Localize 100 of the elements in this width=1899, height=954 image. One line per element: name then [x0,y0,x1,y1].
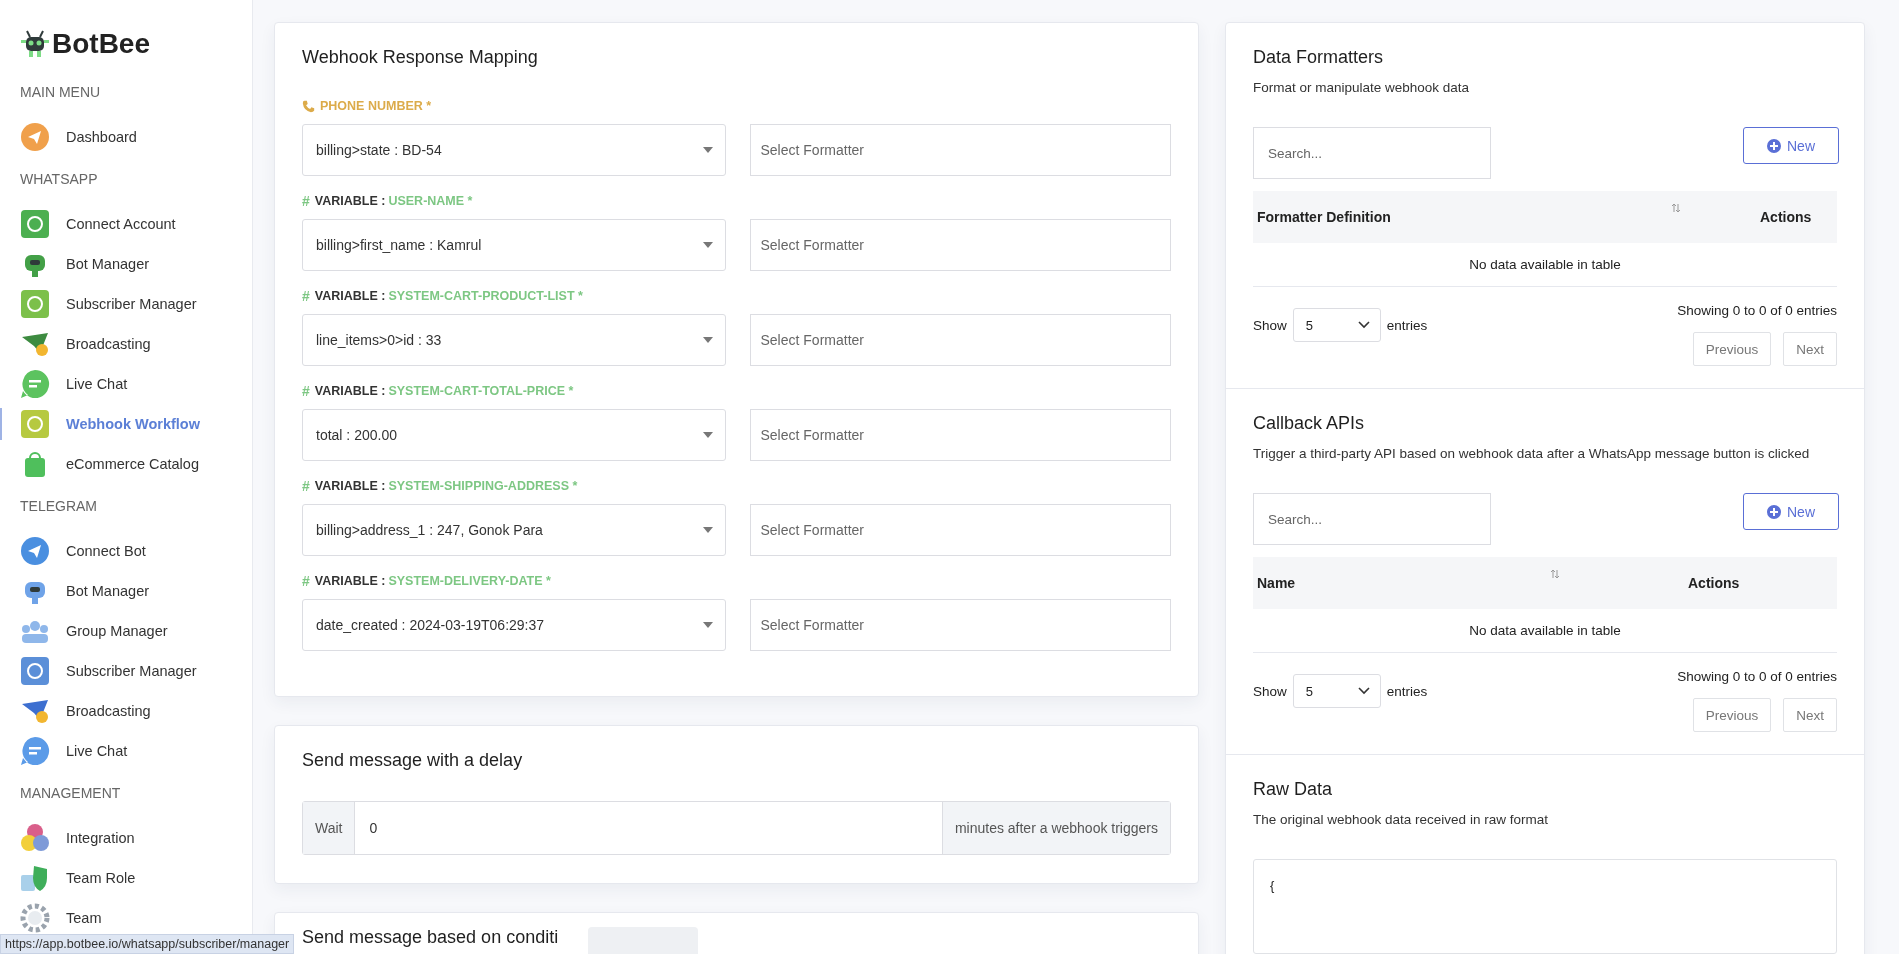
column-header[interactable]: Name [1257,575,1296,591]
menu-section-title: TELEGRAM [20,498,98,514]
caret-icon [702,527,713,533]
phone-icon [302,99,315,113]
select-field[interactable]: billing>state : BD-54 [302,124,726,176]
hash-sign: # [302,383,310,399]
card-title: Send message with a delay [302,750,524,771]
chat-bubble-icon [20,736,50,766]
card-title: Send message based on conditi [302,927,559,948]
caret-icon [702,622,713,628]
section-title: Raw Data [1253,779,1334,800]
table-info: Showing 0 to 0 of 0 entries [1677,669,1837,684]
chevron-down-icon [1357,321,1370,329]
sidebar-item[interactable]: Broadcasting [20,324,252,364]
sidebar-item[interactable]: Group Manager [20,611,252,651]
sidebar-item[interactable]: eCommerce Catalog [20,444,252,484]
empty-table-message: No data available in table [1253,609,1837,653]
select-field[interactable]: billing>address_1 : 247, Gonok Para [302,504,726,556]
paper-plane-icon [20,536,50,566]
menu-section-title: WHATSAPP [20,171,99,187]
search-field[interactable]: Search... [1253,127,1491,179]
section-title: Callback APIs [1253,413,1366,434]
shield-badge-icon [20,863,50,893]
sidebar-item[interactable]: Connect Account [20,204,252,244]
sidebar-item[interactable]: Bot Manager [20,571,252,611]
section-subtitle: The original webhook data received in raw format [1253,812,1549,827]
previous-button[interactable]: Previous [1692,332,1772,366]
variable-tag: VARIABLE : [314,479,386,493]
chat-bubble-icon [20,369,50,399]
select-field[interactable]: line_items>0>id : 33 [302,314,726,366]
sidebar-item[interactable]: Dashboard [20,117,252,157]
sidebar-item[interactable]: Connect Bot [20,531,252,571]
formatter-field[interactable]: Select Formatter [749,314,1171,366]
plus-circle-icon [1767,504,1781,519]
show-label: Show [1253,317,1287,333]
new-button[interactable]: New [1743,127,1839,164]
page-size-select[interactable]: 5 [1292,308,1381,342]
menu-section-title: MANAGEMENT [20,785,122,801]
caret-icon [702,242,713,248]
menu-section-title: MAIN MENU [20,84,102,100]
variable-name: SYSTEM-DELIVERY-DATE * [388,574,551,588]
variable-name: SYSTEM-SHIPPING-ADDRESS * [388,479,578,493]
variable-tag: VARIABLE : [314,194,386,208]
hash-sign: # [302,288,310,304]
gear-icon [20,903,50,933]
column-header: Actions [1688,575,1740,591]
sidebar-item[interactable]: Broadcasting [20,691,252,731]
section-title: Data Formatters [1253,47,1385,68]
formatter-field[interactable]: Select Formatter [749,409,1171,461]
page-size-select[interactable]: 5 [1292,674,1381,708]
next-button[interactable]: Next [1783,332,1837,366]
show-label: Show [1253,683,1287,699]
formatter-field[interactable]: Select Formatter [749,599,1171,651]
entries-label: entries [1386,317,1428,333]
sidebar-item[interactable]: Bot Manager [20,244,252,284]
new-button[interactable]: New [1743,493,1839,530]
formatter-field[interactable]: Select Formatter [749,504,1171,556]
caret-icon [702,432,713,438]
caret-icon [702,337,713,343]
variable-tag: VARIABLE : [314,289,386,303]
caret-icon [702,147,713,153]
robot-logo-icon [20,29,50,59]
select-field[interactable]: billing>first_name : Kamrul [302,219,726,271]
plus-circle-icon [1767,138,1781,153]
circles-icon [20,823,50,853]
brand-name: BotBee [52,28,150,60]
variable-name: SYSTEM-CART-TOTAL-PRICE * [388,384,574,398]
formatter-field[interactable]: Select Formatter [749,124,1171,176]
hash-sign: # [302,193,310,209]
delay-field[interactable]: Wait 0 minutes after a webhook triggers [302,801,1171,855]
sidebar-item[interactable]: Integration [20,818,252,858]
formatter-field[interactable]: Select Formatter [749,219,1171,271]
variable-name: USER-NAME * [388,194,473,208]
entries-label: entries [1386,683,1428,699]
sidebar-item[interactable]: Subscriber Manager [20,284,252,324]
card-title: Webhook Response Mapping [302,47,539,68]
field-label: PHONE NUMBER * [320,99,432,113]
variable-name: SYSTEM-CART-PRODUCT-LIST * [388,289,583,303]
sidebar-item[interactable]: Team Role [20,858,252,898]
column-header: Actions [1760,209,1812,225]
select-field[interactable]: total : 200.00 [302,409,726,461]
sidebar-item[interactable]: Live Chat [20,364,252,404]
status-bar-url: https://app.botbee.io/whatsapp/subscriber/manager [0,934,295,954]
section-subtitle: Trigger a third-party API based on webhook data after a WhatsApp message button is clicked [1253,446,1811,461]
section-subtitle: Format or manipulate webhook data [1253,80,1471,95]
sort-icon [1550,569,1560,579]
table-info: Showing 0 to 0 of 0 entries [1677,303,1837,318]
next-button[interactable]: Next [1783,698,1837,732]
variable-tag: VARIABLE : [314,574,386,588]
search-field[interactable]: Search... [1253,493,1491,545]
hash-sign: # [302,573,310,589]
select-field[interactable]: date_created : 2024-03-19T06:29:37 [302,599,726,651]
chevron-down-icon [1357,687,1370,695]
sidebar-item[interactable]: Live Chat [20,731,252,771]
previous-button[interactable]: Previous [1692,698,1772,732]
sort-icon [1671,203,1681,213]
column-header[interactable]: Formatter Definition [1257,209,1391,225]
code-line: { [1270,878,1275,893]
sidebar-item[interactable]: Subscriber Manager [20,651,252,691]
input-suffix: minutes after a webhook triggers [941,802,1170,854]
